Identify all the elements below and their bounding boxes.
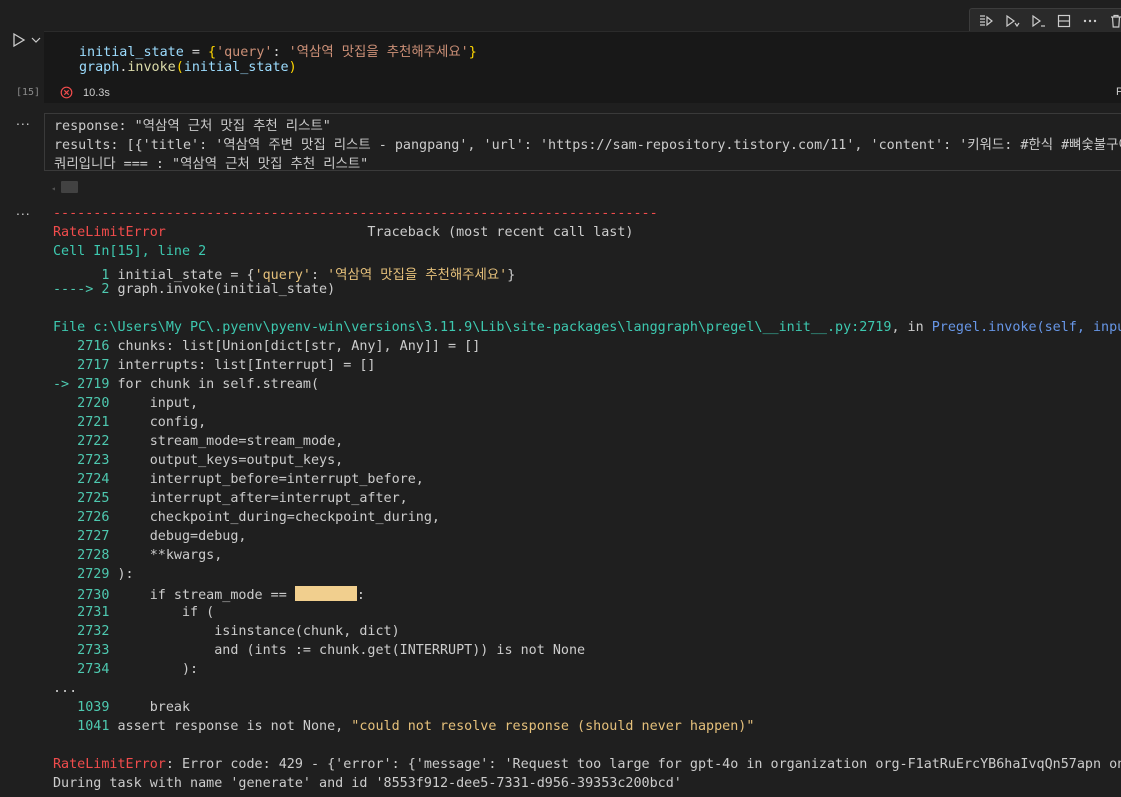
source-code: interrupts: list[Interrupt] = [] <box>117 358 376 373</box>
line-number: 2716 <box>53 339 118 354</box>
line-number: 2733 <box>53 643 118 658</box>
output-more-button[interactable]: ... <box>16 113 34 130</box>
code-line-2: graph.invoke(initial_state) <box>79 60 297 75</box>
source-code: ): <box>117 662 199 677</box>
traceback-source-line: 2729 ): <box>53 567 134 582</box>
traceback-source-line: 1039 break <box>53 700 191 715</box>
line-number: -> 2719 <box>53 377 118 392</box>
line-number: 2724 <box>53 472 118 487</box>
traceback-source-line: 2724 interrupt_before=interrupt_before, <box>53 472 424 487</box>
traceback-more-button[interactable]: ... <box>16 203 34 220</box>
traceback-source-line: 2727 debug=debug, <box>53 529 247 544</box>
traceback-source-line: 2720 input, <box>53 396 198 411</box>
traceback-source-line: 2731 if ( <box>53 605 214 620</box>
traceback-source-line: 2734 ): <box>53 662 198 677</box>
source-code: checkpoint_during=checkpoint_during, <box>117 510 440 525</box>
cell-reference: Cell In[15], line 2 <box>53 244 207 259</box>
traceback-source-line: 2721 config, <box>53 415 206 430</box>
play-icon <box>13 32 26 48</box>
traceback-source-line: 2722 stream_mode=stream_mode, <box>53 434 343 449</box>
source-code: output_keys=output_keys, <box>117 453 344 468</box>
scroll-left-icon[interactable]: ◂ <box>51 184 56 193</box>
cell-status: 10.3s <box>60 86 110 99</box>
source-code: stream_mode=stream_mode, <box>117 434 344 449</box>
run-cell-icon[interactable] <box>1026 10 1050 32</box>
source-code: if ( <box>117 605 215 620</box>
status-right-marker: P <box>1116 86 1121 98</box>
code-editor[interactable]: initial_state = {'query': '역삼역 맛집을 추천해주세… <box>44 31 1121 103</box>
run-above-icon[interactable] <box>974 10 998 32</box>
traceback-source-line: ----> 2 graph.invoke(initial_state) <box>53 282 336 297</box>
line-number: 2732 <box>53 624 118 639</box>
source-code: interrupt_after=interrupt_after, <box>117 491 408 506</box>
traceback-source-line: 2732 isinstance(chunk, dict) <box>53 624 400 639</box>
code-line-1: initial_state = {'query': '역삼역 맛집을 추천해주세… <box>79 45 477 60</box>
horizontal-scrollbar-thumb[interactable] <box>61 181 78 193</box>
output-line: results: [{'title': '역삼역 주변 맛집 리스트 - pan… <box>54 138 1121 153</box>
source-code: input, <box>117 396 199 411</box>
line-number: 2726 <box>53 510 118 525</box>
run-cell-button[interactable] <box>12 31 42 49</box>
line-number: 2717 <box>53 358 118 373</box>
output-stream: response: "역삼역 근처 맛집 추천 리스트" results: [{… <box>44 113 1121 172</box>
source-code: debug=debug, <box>117 529 247 544</box>
traceback-source-line: 1 initial_state = {'query': '역삼역 맛집을 추천해… <box>53 268 516 283</box>
line-number: 2721 <box>53 415 118 430</box>
traceback-source-line: 2726 checkpoint_during=checkpoint_during… <box>53 510 440 525</box>
split-cell-icon[interactable] <box>1052 10 1076 32</box>
traceback-source-line: 2728 **kwargs, <box>53 548 222 563</box>
file-path-link[interactable]: c:\Users\My PC\.pyenv\pyenv-win\versions… <box>93 320 891 335</box>
error-icon <box>60 86 73 99</box>
source-code: and (ints := chunk.get(INTERRUPT)) is no… <box>117 643 586 658</box>
traceback-source-line: 2717 interrupts: list[Interrupt] = [] <box>53 358 375 373</box>
task-info: During task with name 'generate' and id … <box>53 776 682 791</box>
traceback-file-line: File c:\Users\My PC\.pyenv\pyenv-win\ver… <box>53 320 1121 335</box>
traceback-separator: ----------------------------------------… <box>53 206 658 221</box>
chevron-down-icon[interactable] <box>30 34 42 46</box>
line-number: 2723 <box>53 453 118 468</box>
traceback-source-line: 2716 chunks: list[Union[dict[str, Any], … <box>53 339 480 354</box>
execution-duration: 10.3s <box>83 86 110 99</box>
execution-count: [15] <box>16 87 41 98</box>
source-code: **kwargs, <box>117 548 223 563</box>
source-code: chunks: list[Union[dict[str, Any], Any]]… <box>117 339 481 354</box>
delete-icon[interactable] <box>1104 10 1121 32</box>
error-message: RateLimitError: Error code: 429 - {'erro… <box>53 757 1121 772</box>
more-icon[interactable] <box>1078 10 1102 32</box>
line-number: 2731 <box>53 605 118 620</box>
source-code: interrupt_before=interrupt_before, <box>117 472 424 487</box>
source-code: config, <box>117 415 207 430</box>
line-number: 2722 <box>53 434 118 449</box>
line-number: 2734 <box>53 662 118 677</box>
traceback-ellipsis: ... <box>53 681 78 696</box>
traceback-header: RateLimitError Traceback (most recent ca… <box>53 225 634 240</box>
traceback-source-line: 2730 if stream_mode == : <box>53 586 365 603</box>
highlighted-token <box>294 586 357 601</box>
traceback-source-line: 2723 output_keys=output_keys, <box>53 453 343 468</box>
traceback-source-line: 2733 and (ints := chunk.get(INTERRUPT)) … <box>53 643 585 658</box>
line-number: 2728 <box>53 548 118 563</box>
source-code: for chunk in self.stream( <box>117 377 320 392</box>
source-code: ): <box>117 567 134 582</box>
run-below-icon[interactable] <box>1000 10 1024 32</box>
traceback-source-line: 2725 interrupt_after=interrupt_after, <box>53 491 408 506</box>
source-code: isinstance(chunk, dict) <box>117 624 400 639</box>
line-number: 2729 <box>53 567 118 582</box>
output-line: 쿼리입니다 === : "역삼역 근처 맛집 추천 리스트" <box>54 157 369 172</box>
line-number: 2720 <box>53 396 118 411</box>
traceback-source-line: -> 2719 for chunk in self.stream( <box>53 377 319 392</box>
traceback-source-line: 1041 assert response is not None, "could… <box>53 719 755 734</box>
line-number: 2727 <box>53 529 118 544</box>
line-number: 2725 <box>53 491 118 506</box>
output-line: response: "역삼역 근처 맛집 추천 리스트" <box>54 119 331 134</box>
